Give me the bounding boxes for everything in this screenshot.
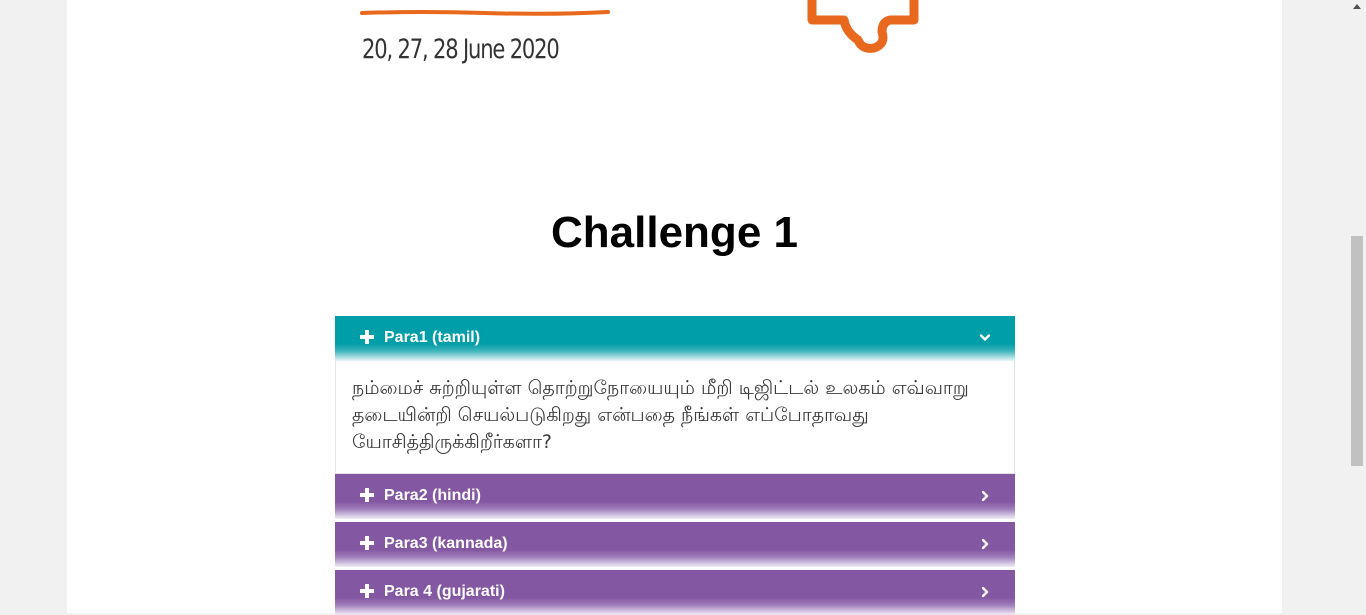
accordion-header-para3[interactable]: Para3 (kannada) [335,522,1015,567]
accordion-header-para2[interactable]: Para2 (hindi) [335,474,1015,519]
event-dates: 20, 27, 28 June 2020 [362,34,560,65]
puzzle-piece-icon [807,0,919,53]
accordion-header-para1[interactable]: Para1 (tamil) [335,316,1015,361]
page-title: Challenge 1 [551,208,798,257]
accordion-label: Para2 (hindi) [384,487,481,504]
plus-icon [360,536,374,550]
plus-icon [360,584,374,598]
chevron-right-icon [981,538,989,550]
challenge-accordion: Para1 (tamil) நம்மைச் சுற்றியுள்ள தொற்று… [335,316,1015,615]
chevron-right-icon [981,586,989,598]
accordion-label: Para3 (kannada) [384,535,508,552]
accordion-label: Para 4 (gujarati) [384,583,505,600]
accordion-body-para1: நம்மைச் சுற்றியுள்ள தொற்றுநோயையும் மீறி … [335,359,1015,474]
scrollbar-thumb[interactable] [1351,236,1363,466]
vertical-scrollbar[interactable] [1349,0,1366,613]
chevron-down-icon [979,334,991,341]
chevron-right-icon [981,490,989,502]
scroll-up-arrow-icon[interactable] [1353,4,1361,9]
plus-icon [360,488,374,502]
accordion-label: Para1 (tamil) [384,329,481,346]
accordion-header-para4[interactable]: Para 4 (gujarati) [335,570,1015,615]
plus-icon [360,330,374,344]
banner-underline [360,10,610,16]
